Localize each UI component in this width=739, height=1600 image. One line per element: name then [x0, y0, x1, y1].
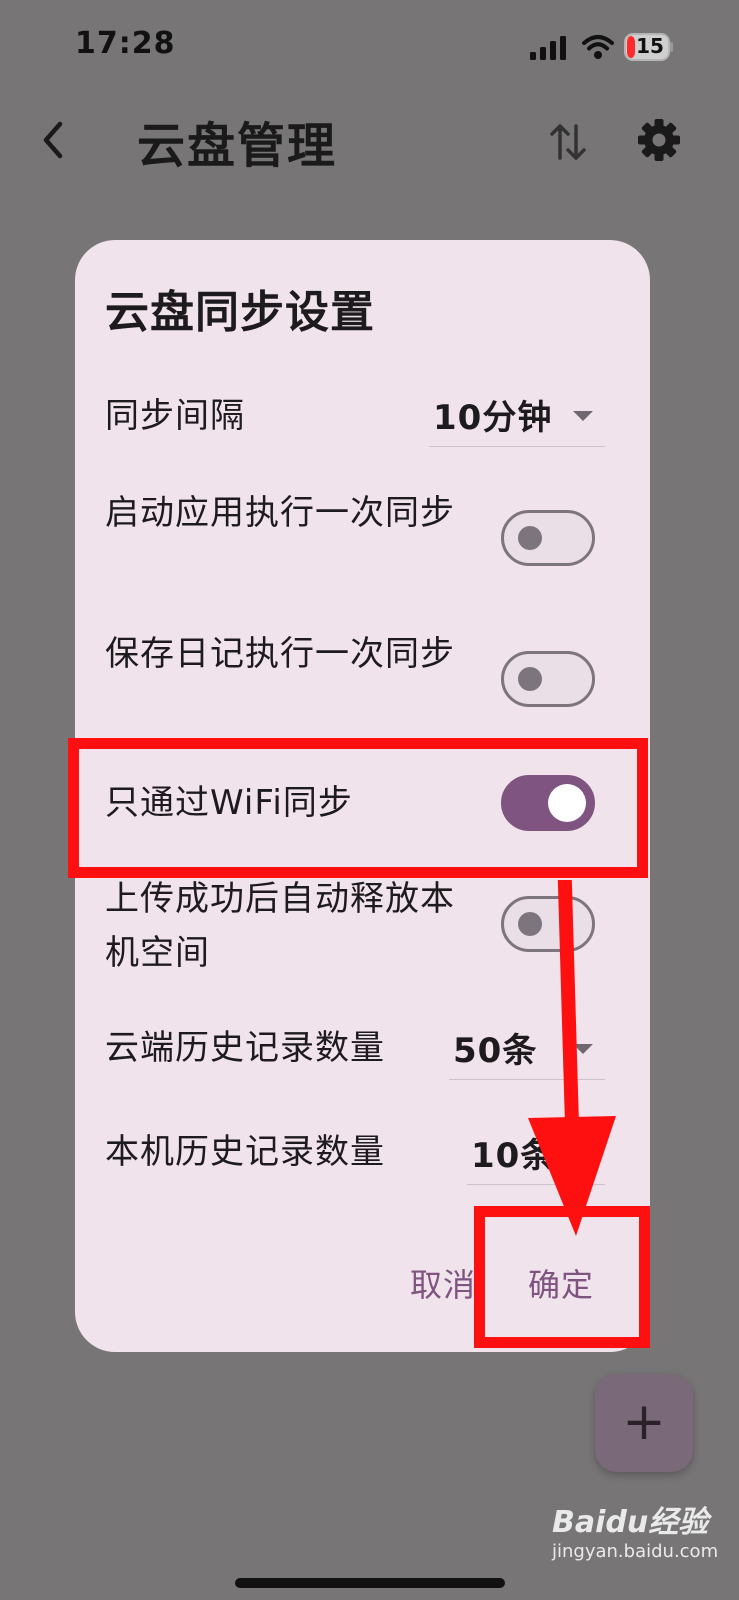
chevron-left-icon [43, 121, 63, 159]
settings-button[interactable] [636, 117, 682, 163]
dialog-title: 云盘同步设置 [105, 287, 375, 338]
toggle-knob [518, 526, 542, 550]
sort-button[interactable] [546, 118, 590, 166]
sort-arrows-icon [550, 124, 586, 160]
sync-on-launch-label: 启动应用执行一次同步 [105, 493, 455, 533]
auto-release-label: 上传成功后自动释放本机空间 [105, 879, 455, 973]
local-history-label: 本机历史记录数量 [105, 1132, 385, 1172]
baidu-watermark: Baidu经验 jingyan.baidu.com [552, 1497, 719, 1577]
wifi-row-highlight [68, 738, 648, 878]
toggle-knob [518, 667, 542, 691]
cancel-button[interactable]: 取消 [410, 1260, 476, 1306]
watermark-logo: Baidu经验 [552, 1505, 709, 1540]
sync-interval-label: 同步间隔 [105, 396, 245, 436]
page-title: 云盘管理 [137, 118, 338, 174]
home-indicator[interactable] [235, 1578, 505, 1588]
back-button[interactable] [30, 110, 80, 170]
battery-level: 15 [636, 34, 664, 58]
cloud-history-label: 云端历史记录数量 [105, 1028, 385, 1068]
status-time: 17:28 [75, 26, 176, 61]
sync-interval-value: 10分钟 [433, 398, 553, 438]
plus-icon: + [622, 1392, 666, 1452]
sync-on-save-toggle[interactable] [501, 651, 595, 707]
watermark-url: jingyan.baidu.com [552, 1541, 719, 1562]
caret-down-icon [573, 411, 593, 421]
sync-on-save-label: 保存日记执行一次同步 [105, 634, 455, 674]
sync-interval-dropdown[interactable]: 10分钟 [429, 384, 605, 447]
sync-on-launch-toggle[interactable] [501, 510, 595, 566]
add-fab-button[interactable]: + [595, 1374, 693, 1472]
gear-icon [638, 119, 680, 161]
cellular-signal-icon [530, 36, 566, 60]
red-arrow-icon [528, 880, 616, 1236]
battery-low-icon: 15 [624, 33, 674, 61]
wifi-icon [582, 35, 614, 59]
